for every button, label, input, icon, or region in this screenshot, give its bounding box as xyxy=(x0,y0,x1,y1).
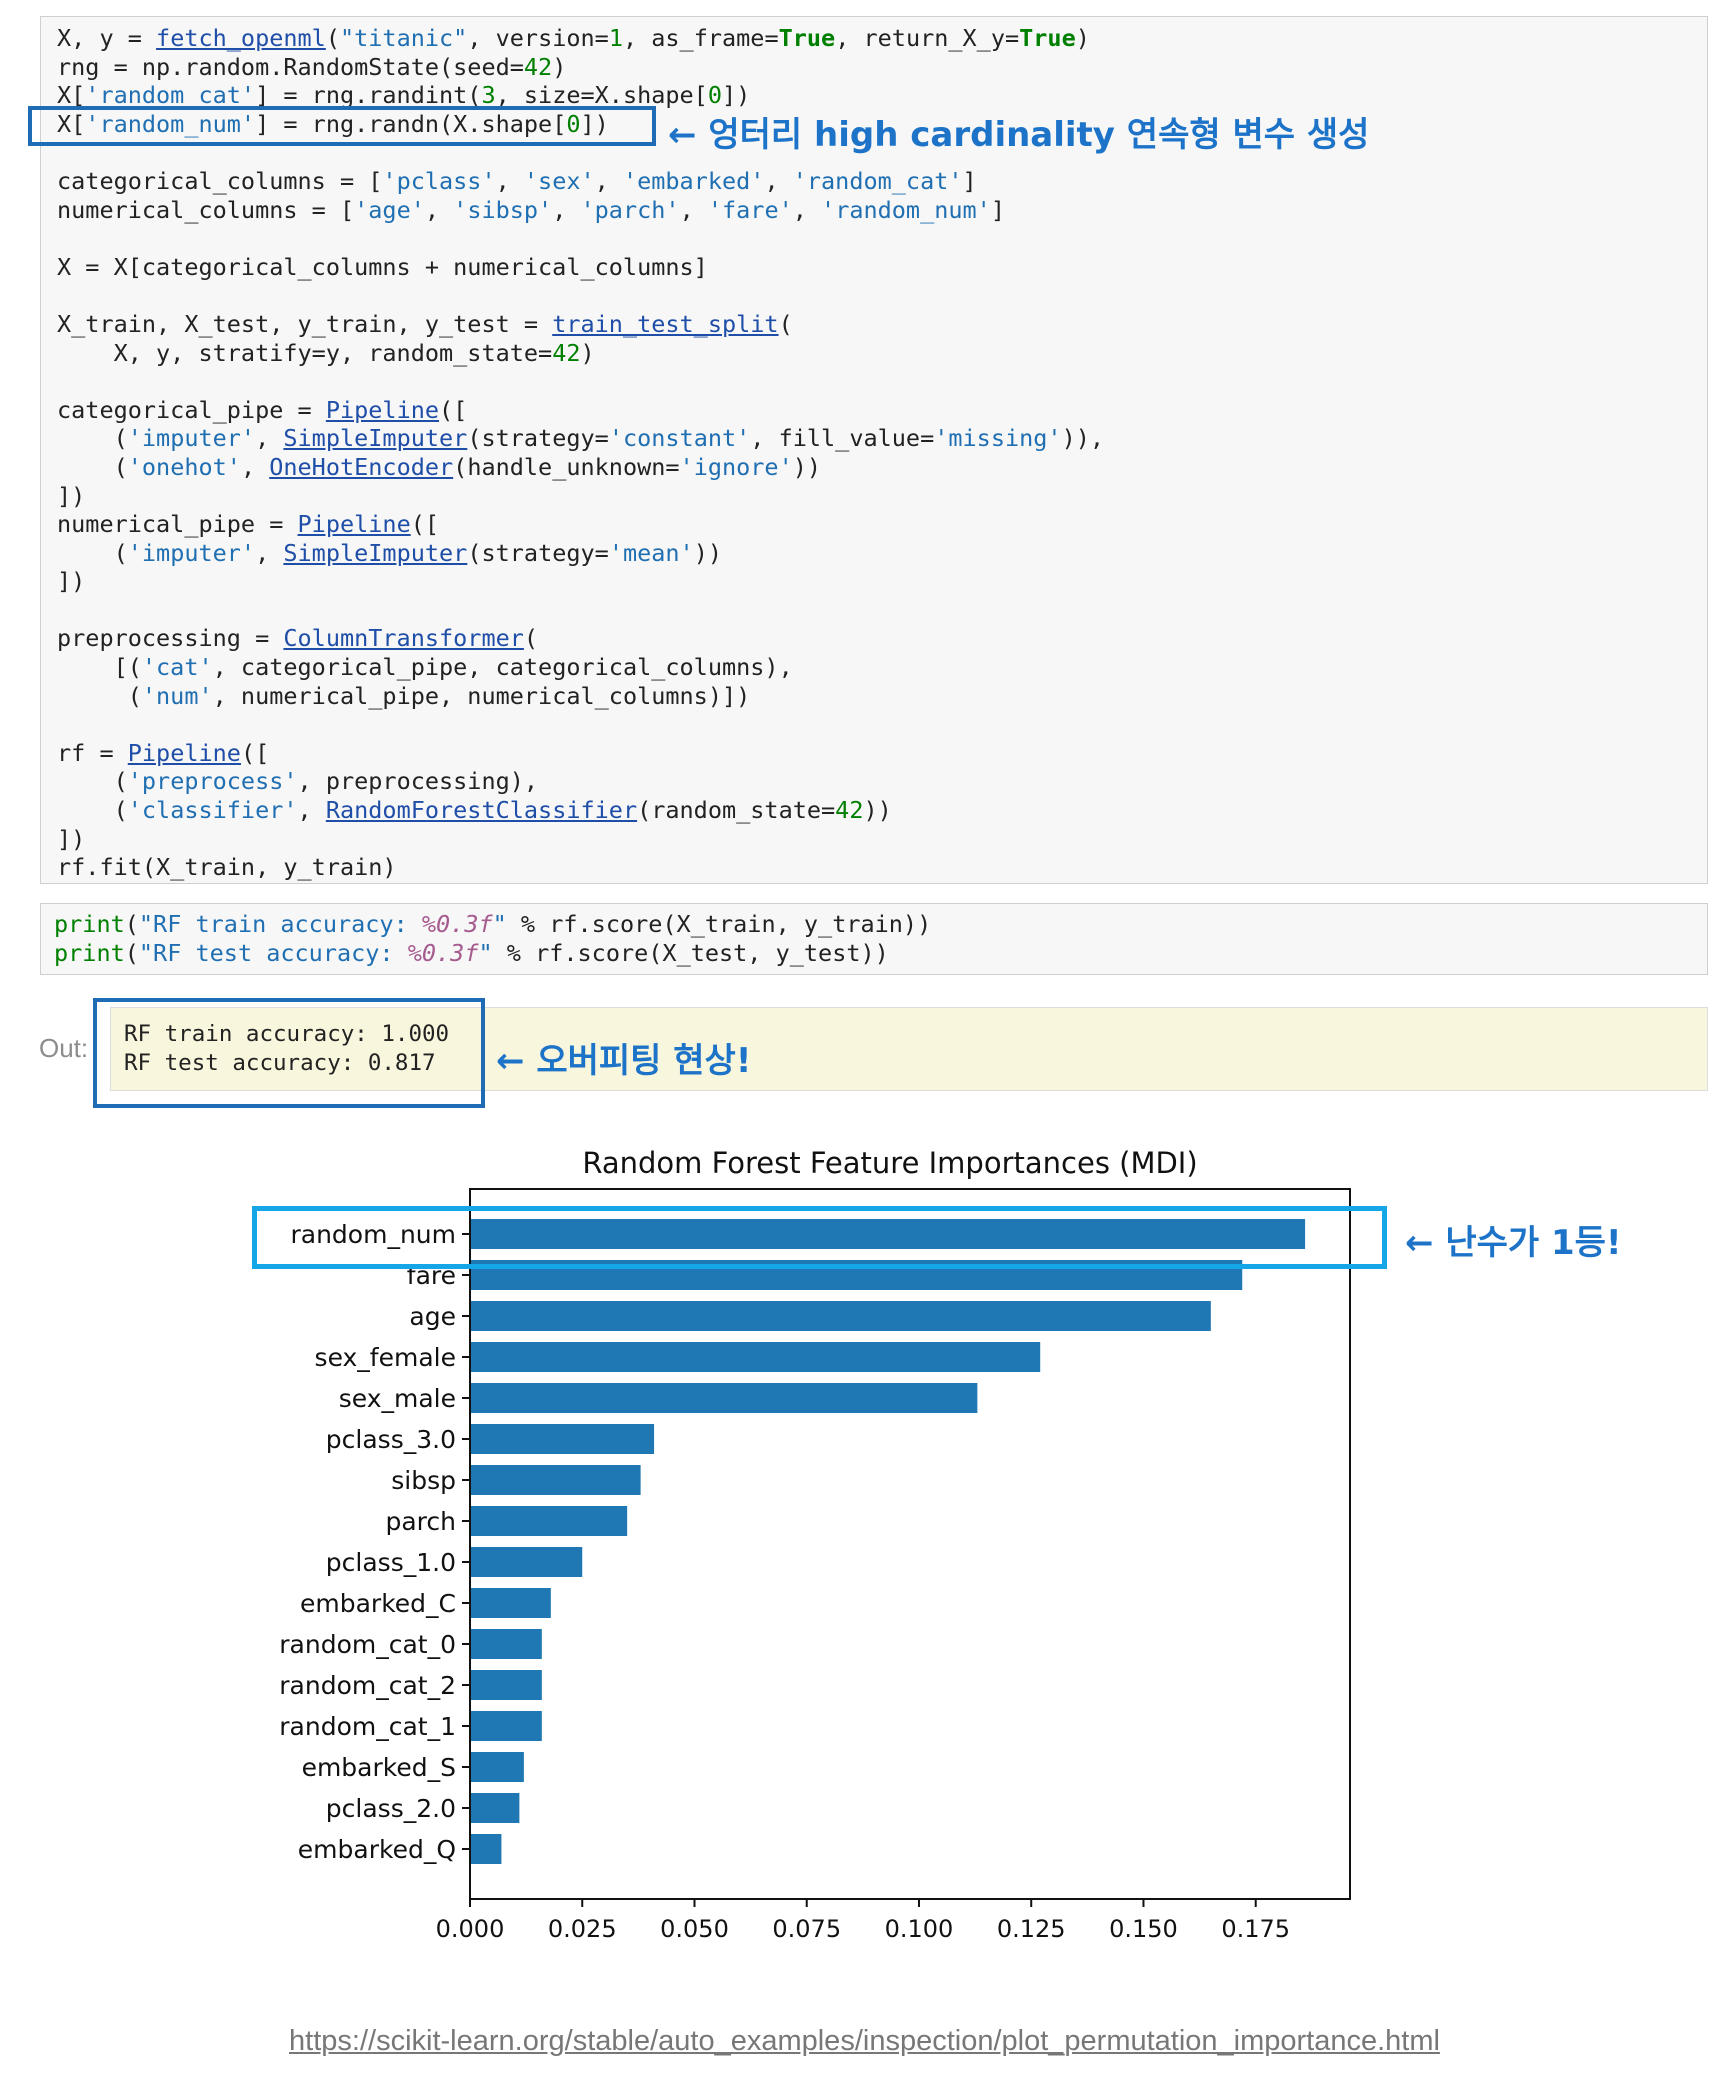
x-tick-label: 0.025 xyxy=(548,1915,617,1943)
code-line-15: ('imputer', SimpleImputer(strategy='cons… xyxy=(57,424,1105,453)
code-link-fetch-openml[interactable]: fetch_openml xyxy=(156,24,326,52)
code-line-17: ]) xyxy=(57,481,86,510)
random-num-highlight-box xyxy=(28,106,656,146)
y-tick-label: parch xyxy=(385,1507,456,1536)
code-link-pipeline[interactable]: Pipeline xyxy=(298,510,411,538)
code-line-14: categorical_pipe = Pipeline([ xyxy=(57,395,468,424)
code-line-24: ('num', numerical_pipe, numerical_column… xyxy=(57,681,751,710)
rank1-highlight-box xyxy=(252,1206,1387,1269)
code-line-3: X['random_cat'] = rng.randint(3, size=X.… xyxy=(57,81,751,110)
code-line-16: ('onehot', OneHotEncoder(handle_unknown=… xyxy=(57,452,822,481)
y-tick-label: embarked_S xyxy=(302,1753,456,1782)
code-line-2: rng = np.random.RandomState(seed=42) xyxy=(57,52,567,81)
code-line-9: X = X[categorical_columns + numerical_co… xyxy=(57,252,708,281)
y-tick-label: random_cat_0 xyxy=(279,1630,456,1659)
code-line-26: rf = Pipeline([ xyxy=(57,738,270,767)
code-line-20: ]) xyxy=(57,567,86,596)
bar-embarked_C xyxy=(471,1588,551,1618)
bar-sex_female xyxy=(471,1342,1041,1372)
code-line-23: [('cat', categorical_pipe, categorical_c… xyxy=(57,653,793,682)
code-link-pipeline[interactable]: Pipeline xyxy=(326,396,439,424)
y-tick-label: sex_female xyxy=(315,1343,456,1372)
x-tick-label: 0.150 xyxy=(1109,1915,1178,1943)
code-line-1: X, y = fetch_openml("titanic", version=1… xyxy=(57,24,1090,52)
y-tick-label: age xyxy=(409,1302,456,1331)
code-link-random-forest-classifier[interactable]: RandomForestClassifier xyxy=(326,796,637,824)
code-line-27: ('preprocess', preprocessing), xyxy=(57,767,539,796)
code2-line-2: print("RF test accuracy: %0.3f" % rf.sco… xyxy=(54,938,889,967)
y-tick-label: random_cat_1 xyxy=(279,1712,456,1741)
y-tick-label: embarked_C xyxy=(300,1589,456,1618)
code-link-column-transformer[interactable]: ColumnTransformer xyxy=(283,624,524,652)
x-tick-label: 0.000 xyxy=(436,1915,505,1943)
code-line-18: numerical_pipe = Pipeline([ xyxy=(57,510,440,539)
x-tick-label: 0.125 xyxy=(997,1915,1066,1943)
bar-sex_male xyxy=(471,1383,978,1413)
bar-pclass_1.0 xyxy=(471,1547,583,1577)
code-line-28: ('classifier', RandomForestClassifier(ra… xyxy=(57,796,892,825)
y-tick-label: sex_male xyxy=(339,1384,456,1413)
x-tick-label: 0.050 xyxy=(660,1915,729,1943)
code-line-11: X_train, X_test, y_train, y_test = train… xyxy=(57,309,793,338)
bar-age xyxy=(471,1301,1211,1331)
code-line-7: numerical_columns = ['age', 'sibsp', 'pa… xyxy=(57,195,1005,224)
bar-parch xyxy=(471,1506,628,1536)
y-tick-label: pclass_3.0 xyxy=(326,1425,456,1454)
y-tick-label: pclass_2.0 xyxy=(326,1794,456,1823)
bar-pclass_3.0 xyxy=(471,1424,655,1454)
code-line-22: preprocessing = ColumnTransformer( xyxy=(57,624,539,653)
bar-embarked_S xyxy=(471,1752,524,1782)
code-link-pipeline[interactable]: Pipeline xyxy=(128,739,241,767)
source-link[interactable]: https://scikit-learn.org/stable/auto_exa… xyxy=(0,2025,1729,2058)
output-prompt-label: Out: xyxy=(39,1033,89,1063)
y-tick-label: sibsp xyxy=(391,1466,456,1495)
chart-title: Random Forest Feature Importances (MDI) xyxy=(582,1146,1197,1180)
x-tick-label: 0.075 xyxy=(772,1915,841,1943)
code-line-30: rf.fit(X_train, y_train) xyxy=(57,853,397,882)
code-line-6: categorical_columns = ['pclass', 'sex', … xyxy=(57,166,977,195)
code-link-train-test-split[interactable]: train_test_split xyxy=(552,310,778,338)
rank1-annotation: ← 난수가 1등! xyxy=(1405,1223,1622,1263)
bar-random_cat_0 xyxy=(471,1629,542,1659)
y-tick-label: random_cat_2 xyxy=(279,1671,456,1700)
bar-random_cat_2 xyxy=(471,1670,542,1700)
overfitting-annotation: ← 오버피팅 현상! xyxy=(496,1041,752,1081)
bar-pclass_2.0 xyxy=(471,1793,520,1823)
code-line-29: ]) xyxy=(57,824,86,853)
code-link-simple-imputer[interactable]: SimpleImputer xyxy=(283,539,467,567)
output-highlight-box xyxy=(93,998,485,1108)
x-tick-label: 0.175 xyxy=(1221,1915,1290,1943)
bar-embarked_Q xyxy=(471,1834,502,1864)
plot-area-frame xyxy=(469,1188,1351,1900)
code-link-simple-imputer[interactable]: SimpleImputer xyxy=(283,424,467,452)
code-link-onehot-encoder[interactable]: OneHotEncoder xyxy=(269,453,453,481)
bar-sibsp xyxy=(471,1465,641,1495)
code-line-19: ('imputer', SimpleImputer(strategy='mean… xyxy=(57,538,722,567)
y-tick-label: pclass_1.0 xyxy=(326,1548,456,1577)
bar-random_cat_1 xyxy=(471,1711,542,1741)
random-num-annotation: ← 엉터리 high cardinality 연속형 변수 생성 xyxy=(668,115,1370,155)
code2-line-1: print("RF train accuracy: %0.3f" % rf.sc… xyxy=(54,910,932,938)
code-line-12: X, y, stratify=y, random_state=42) xyxy=(57,338,595,367)
y-tick-label: embarked_Q xyxy=(298,1835,456,1864)
code-cell-2-source[interactable]: print("RF train accuracy: %0.3f" % rf.sc… xyxy=(54,910,931,967)
x-tick-label: 0.100 xyxy=(885,1915,954,1943)
